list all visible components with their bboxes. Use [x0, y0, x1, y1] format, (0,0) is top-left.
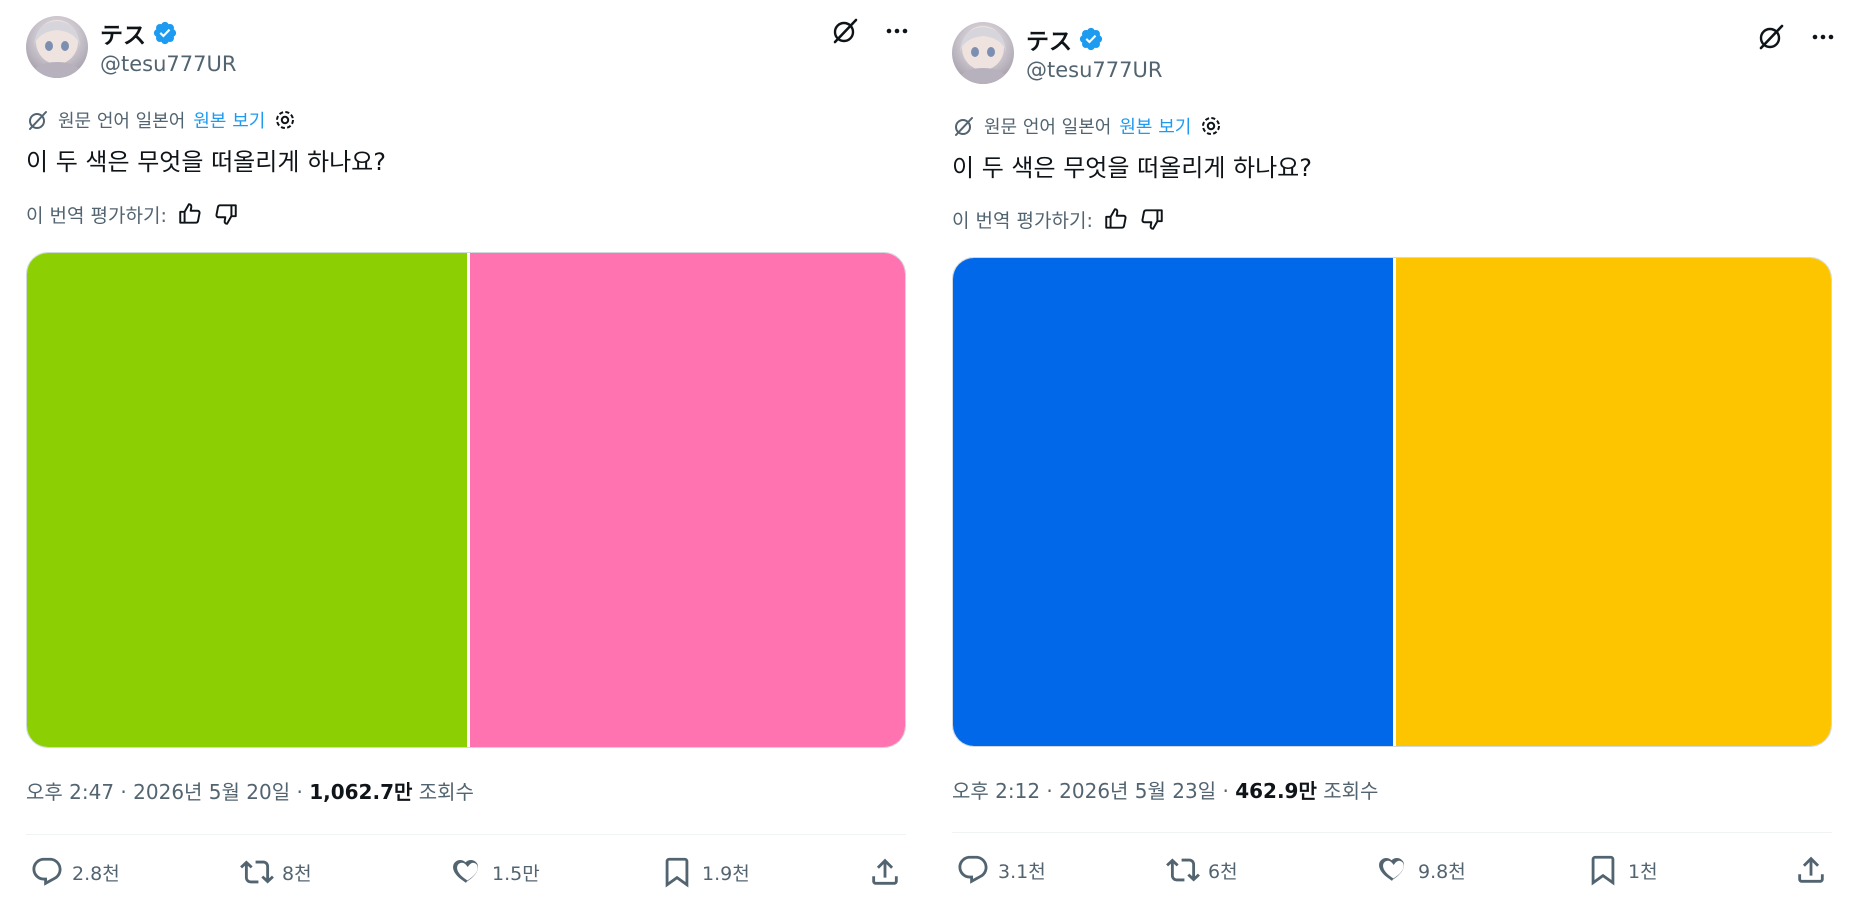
tweet-text: 이 두 색은 무엇을 떠올리게 하나요?	[26, 148, 387, 176]
avatar[interactable]	[952, 22, 1014, 84]
like-icon	[1379, 857, 1405, 881]
translate-icon	[26, 108, 50, 132]
timestamp[interactable]: 오후 2:47 · 2026년 5월 20일 ·	[26, 780, 309, 804]
bookmark-button[interactable]: 1천	[1586, 850, 1658, 890]
reply-icon	[32, 857, 62, 886]
thumbs-up-icon[interactable]	[1103, 206, 1129, 232]
settings-icon[interactable]	[1199, 114, 1223, 138]
tweet-media-image[interactable]	[952, 257, 1832, 747]
color-swatch-left	[27, 253, 467, 747]
rate-translation: 이 번역 평가하기:	[952, 205, 1165, 233]
bookmark-count: 1천	[1628, 860, 1658, 883]
tweet-media-image[interactable]	[26, 252, 906, 748]
verified-badge-icon[interactable]	[152, 20, 178, 46]
share-icon	[872, 858, 898, 885]
avatar[interactable]	[26, 16, 88, 78]
timestamp[interactable]: 오후 2:12 · 2026년 5월 23일 ·	[952, 779, 1235, 803]
divider	[952, 832, 1832, 833]
reply-count: 3.1천	[998, 860, 1046, 883]
translation-notice: 원문 언어 일본어 원본 보기	[952, 112, 1223, 140]
like-count: 1.5만	[492, 862, 540, 885]
views-label: 조회수	[1316, 779, 1379, 803]
like-icon	[453, 859, 479, 883]
like-button[interactable]: 9.8천	[1376, 850, 1466, 890]
retweet-button[interactable]: 6천	[1166, 850, 1238, 890]
tweet-actions: 3.1천 6천 9.8천 1천	[952, 850, 1832, 890]
tweet-actions: 2.8천 8천 1.5만 1.9천	[26, 852, 906, 892]
thumbs-down-icon[interactable]	[1139, 206, 1165, 232]
grok-icon[interactable]	[830, 16, 860, 46]
verified-badge-icon[interactable]	[1078, 26, 1104, 52]
share-icon	[1798, 856, 1824, 883]
reply-icon	[958, 855, 988, 884]
thumbs-down-icon[interactable]	[213, 201, 239, 227]
tweet-meta: 오후 2:47 · 2026년 5월 20일 · 1,062.7만 조회수	[26, 776, 474, 805]
retweet-icon	[240, 860, 274, 884]
more-icon[interactable]	[1808, 22, 1838, 52]
bookmark-button[interactable]: 1.9천	[660, 852, 750, 892]
translation-source-note: 원문 언어 일본어	[984, 117, 1112, 138]
color-swatch-left	[953, 258, 1393, 746]
like-button[interactable]: 1.5만	[450, 852, 540, 892]
divider	[26, 834, 906, 835]
reply-count: 2.8천	[72, 862, 120, 885]
retweet-count: 8천	[282, 862, 312, 885]
bookmark-icon	[1591, 855, 1615, 886]
rate-translation-label: 이 번역 평가하기:	[26, 204, 167, 227]
settings-icon[interactable]	[273, 108, 297, 132]
translation-source-note: 원문 언어 일본어	[58, 111, 186, 132]
views-count: 1,062.7만	[309, 780, 413, 804]
tweet-text: 이 두 색은 무엇을 떠올리게 하나요?	[952, 154, 1313, 182]
retweet-icon	[1166, 858, 1200, 882]
thumbs-up-icon[interactable]	[177, 201, 203, 227]
views-count: 462.9만	[1235, 779, 1317, 803]
tweet-header: テス @tesu777UR	[26, 16, 908, 80]
user-handle[interactable]: @tesu777UR	[1026, 58, 1162, 82]
color-swatch-right	[1396, 258, 1831, 746]
name-row: テス	[1026, 22, 1104, 56]
tweet-card-1[interactable]: テス @tesu777UR 원문 언어 일본어 원본 보기 이 두 색은 무엇을…	[26, 0, 908, 898]
header-actions	[1756, 22, 1838, 52]
bookmark-count: 1.9천	[702, 862, 750, 885]
tweet-card-2[interactable]: テス @tesu777UR 원문 언어 일본어 원본 보기 이 두 색은 무엇을…	[952, 0, 1834, 898]
share-button[interactable]	[1794, 850, 1828, 890]
bookmark-icon	[665, 857, 689, 888]
name-row: テス	[100, 16, 178, 50]
display-name[interactable]: テス	[1026, 22, 1072, 56]
header-actions	[830, 16, 912, 46]
views-label: 조회수	[412, 780, 474, 804]
like-count: 9.8천	[1418, 860, 1466, 883]
display-name[interactable]: テス	[100, 16, 146, 50]
color-swatch-right	[470, 253, 905, 747]
show-original-link[interactable]: 원본 보기	[193, 107, 265, 133]
translation-notice: 원문 언어 일본어 원본 보기	[26, 106, 297, 134]
show-original-link[interactable]: 원본 보기	[1119, 113, 1191, 139]
grok-icon[interactable]	[1756, 22, 1786, 52]
rate-translation-label: 이 번역 평가하기:	[952, 209, 1093, 232]
translate-icon	[952, 114, 976, 138]
tweet-header: テス @tesu777UR	[952, 22, 1834, 86]
retweet-button[interactable]: 8천	[240, 852, 312, 892]
more-icon[interactable]	[882, 16, 912, 46]
rate-translation: 이 번역 평가하기:	[26, 200, 239, 228]
reply-button[interactable]: 3.1천	[956, 850, 1046, 890]
tweet-meta: 오후 2:12 · 2026년 5월 23일 · 462.9만 조회수	[952, 775, 1378, 804]
reply-button[interactable]: 2.8천	[30, 852, 120, 892]
user-handle[interactable]: @tesu777UR	[100, 52, 236, 76]
retweet-count: 6천	[1208, 860, 1238, 883]
share-button[interactable]	[868, 852, 902, 892]
